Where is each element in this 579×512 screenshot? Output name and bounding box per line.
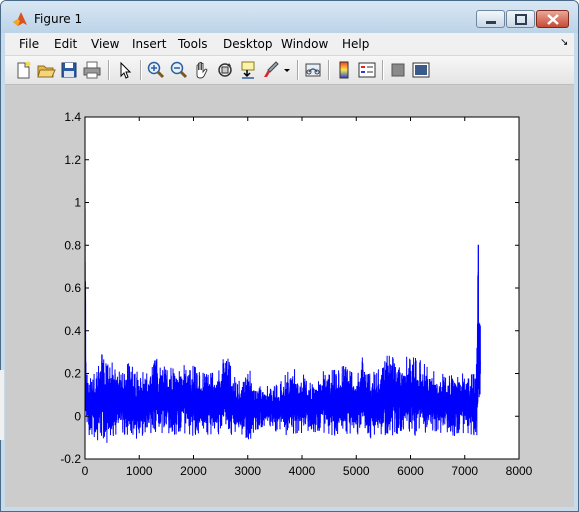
insert-legend-button[interactable] (357, 60, 377, 80)
link-plot-button[interactable] (303, 60, 323, 80)
figure-toolbar (5, 56, 574, 85)
maximize-button[interactable] (506, 10, 535, 28)
minimize-button[interactable] (476, 10, 505, 28)
data-cursor-icon (241, 61, 255, 79)
x-tick-label: 5000 (343, 464, 370, 478)
y-tick-label: 1 (74, 196, 81, 210)
link-plot-icon (305, 63, 321, 77)
y-tick-label: 0.2 (64, 367, 81, 381)
x-tick-label: 1000 (126, 464, 153, 478)
figure-window: Figure 1 File Edit View Insert Tools Des… (0, 0, 579, 512)
plot-axes[interactable]: 0 1000 2000 3000 4000 5000 6000 7000 8000 -0.200… (5, 85, 574, 507)
arrow-pointer-icon (120, 61, 132, 79)
brush-icon (264, 61, 279, 77)
rotate-3d-button[interactable] (215, 60, 235, 80)
toolbar-separator (382, 60, 384, 80)
x-tick-label: 8000 (506, 464, 533, 478)
toolbar-separator (140, 60, 142, 80)
menu-tools[interactable]: Tools (178, 37, 208, 51)
x-tick-label: 2000 (180, 464, 207, 478)
zoom-in-button[interactable] (146, 60, 166, 80)
background-window-edge (0, 370, 4, 440)
menu-insert[interactable]: Insert (132, 37, 166, 51)
maximize-icon (515, 14, 527, 25)
x-tick-label: 3000 (234, 464, 261, 478)
brush-dropdown[interactable] (282, 60, 292, 80)
close-button[interactable] (536, 10, 569, 28)
zoom-out-button[interactable] (169, 60, 189, 80)
menu-view[interactable]: View (91, 37, 119, 51)
window-title: Figure 1 (34, 12, 83, 26)
save-disk-icon (61, 62, 77, 78)
zoom-in-icon (147, 61, 165, 79)
x-tick-label: 4000 (289, 464, 316, 478)
y-tick-label: -0.2 (60, 452, 81, 466)
close-icon (547, 14, 559, 25)
toolbar-separator (108, 60, 110, 80)
show-plot-tools-icon (412, 62, 430, 78)
y-tick-label: 1.2 (64, 153, 81, 167)
y-tick-label: 0 (74, 409, 81, 423)
new-file-icon (17, 61, 31, 79)
x-tick-label: 0 (82, 464, 89, 478)
figure-canvas[interactable]: 0 1000 2000 3000 4000 5000 6000 7000 8000 -0.2 0 0… (5, 85, 574, 507)
y-tick-label: 0.8 (64, 238, 81, 252)
menu-dock-arrow-icon[interactable]: ↘ (560, 37, 568, 48)
new-figure-button[interactable] (13, 60, 33, 80)
toolbar-separator (328, 60, 330, 80)
x-tick-label: 6000 (397, 464, 424, 478)
matlab-logo-icon (13, 12, 27, 26)
y-tick-label: 0.4 (64, 324, 81, 338)
insert-colorbar-button[interactable] (334, 60, 354, 80)
menu-edit[interactable]: Edit (54, 37, 77, 51)
menu-bar: File Edit View Insert Tools Desktop Wind… (5, 33, 574, 56)
zoom-out-icon (170, 61, 188, 79)
toolbar-separator (297, 60, 299, 80)
hide-plot-tools-button[interactable] (388, 60, 408, 80)
rotate-3d-icon (218, 63, 232, 77)
data-cursor-button[interactable] (238, 60, 258, 80)
menu-window[interactable]: Window (281, 37, 328, 51)
print-figure-button[interactable] (82, 60, 102, 80)
show-plot-tools-button[interactable] (411, 60, 431, 80)
chevron-down-icon (284, 69, 290, 72)
title-bar[interactable]: Figure 1 (1, 1, 578, 33)
menu-help[interactable]: Help (342, 37, 369, 51)
minimize-icon (486, 21, 496, 24)
brush-button[interactable] (261, 60, 281, 80)
hide-plot-tools-icon (391, 63, 405, 77)
y-tick-label: 1.4 (64, 110, 81, 124)
y-tick-label: 0.6 (64, 281, 81, 295)
printer-icon (83, 61, 101, 79)
save-figure-button[interactable] (59, 60, 79, 80)
edit-plot-button[interactable] (115, 60, 135, 80)
open-folder-icon (37, 65, 56, 78)
menu-desktop[interactable]: Desktop (223, 37, 273, 51)
colorbar-icon (339, 61, 349, 79)
x-tick-label: 7000 (451, 464, 478, 478)
pan-button[interactable] (192, 60, 212, 80)
menu-file[interactable]: File (19, 37, 39, 51)
hand-pan-icon (196, 61, 208, 79)
legend-icon (358, 62, 376, 78)
open-file-button[interactable] (36, 60, 56, 80)
